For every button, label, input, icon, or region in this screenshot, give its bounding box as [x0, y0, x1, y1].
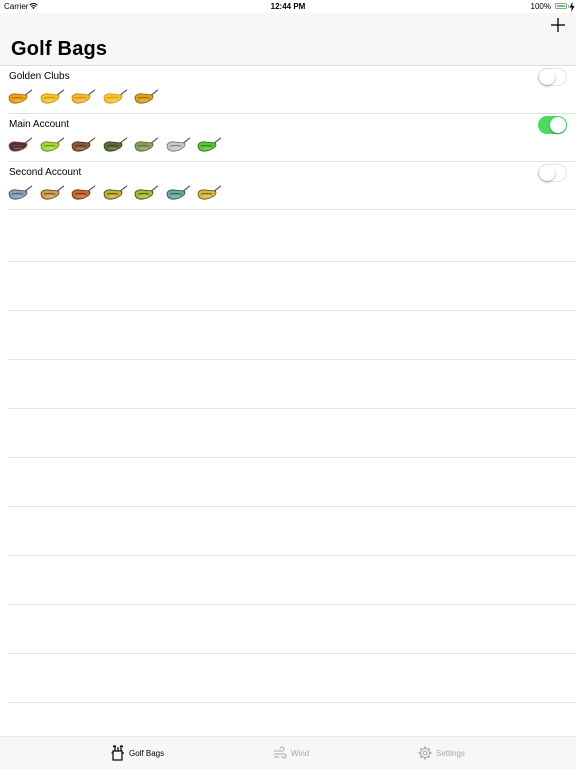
bag-enabled-toggle[interactable] — [538, 164, 567, 182]
bag-row[interactable]: Golden Clubs — [0, 66, 576, 114]
empty-row-separator — [8, 310, 576, 311]
bag-name: Main Account — [9, 119, 70, 130]
club-list — [8, 185, 229, 205]
charging-bolt-icon — [569, 2, 575, 12]
empty-row-separator — [8, 555, 576, 556]
bag-enabled-toggle[interactable] — [538, 116, 567, 134]
club-head-icon[interactable] — [197, 185, 222, 201]
empty-row-separator — [8, 457, 576, 458]
tab-settings[interactable]: Settings — [418, 737, 465, 769]
bag-row[interactable]: Main Account — [0, 114, 576, 162]
club-head-icon[interactable] — [103, 137, 128, 153]
empty-row-separator — [8, 506, 576, 507]
club-head-icon[interactable] — [71, 137, 96, 153]
club-list — [8, 89, 166, 109]
empty-row-separator — [8, 653, 576, 654]
tab-golf-bags[interactable]: Golf Bags — [111, 737, 164, 769]
empty-row-separator — [8, 261, 576, 262]
club-head-icon[interactable] — [8, 185, 33, 201]
toggle-knob — [550, 117, 566, 133]
club-head-icon[interactable] — [40, 185, 65, 201]
empty-row-separator — [8, 604, 576, 605]
club-head-icon[interactable] — [103, 89, 128, 105]
club-head-icon[interactable] — [71, 185, 96, 201]
club-head-icon[interactable] — [134, 137, 159, 153]
bag-row[interactable]: Second Account — [0, 162, 576, 210]
club-head-icon[interactable] — [40, 137, 65, 153]
club-head-icon[interactable] — [71, 89, 96, 105]
toggle-knob — [539, 165, 555, 181]
empty-row-separator — [8, 408, 576, 409]
bag-list: Golden Clubs Main Account Second Account — [0, 66, 576, 210]
navigation-bar: Golf Bags — [0, 13, 576, 66]
club-head-icon[interactable] — [166, 137, 191, 153]
toggle-knob — [539, 69, 555, 85]
golf-bag-icon — [111, 745, 124, 761]
bag-enabled-toggle[interactable] — [538, 68, 567, 86]
battery-icon — [555, 3, 567, 9]
page-title: Golf Bags — [11, 38, 108, 60]
club-head-icon[interactable] — [8, 137, 33, 153]
bag-name: Golden Clubs — [9, 71, 70, 82]
plus-icon[interactable] — [549, 16, 567, 34]
row-separator — [8, 209, 576, 210]
club-head-icon[interactable] — [166, 185, 191, 201]
tab-label: Wind — [291, 748, 310, 758]
club-head-icon[interactable] — [134, 89, 159, 105]
status-bar: Carrier 12:44 PM 100% — [0, 0, 576, 13]
tab-bar: Golf Bags Wind Settings — [0, 736, 576, 769]
empty-row-separator — [8, 702, 576, 703]
club-head-icon[interactable] — [134, 185, 159, 201]
club-head-icon[interactable] — [103, 185, 128, 201]
battery-percent: 100% — [530, 2, 551, 11]
gear-icon — [418, 746, 432, 760]
tab-label: Settings — [436, 748, 465, 758]
wind-icon — [274, 746, 287, 759]
tab-wind[interactable]: Wind — [273, 737, 309, 769]
tab-label: Golf Bags — [129, 748, 165, 758]
club-head-icon[interactable] — [197, 137, 222, 153]
club-head-icon[interactable] — [8, 89, 33, 105]
club-list — [8, 137, 229, 157]
clock: 12:44 PM — [270, 2, 306, 11]
bag-name: Second Account — [9, 167, 82, 178]
empty-row-separator — [8, 359, 576, 360]
club-head-icon[interactable] — [40, 89, 65, 105]
